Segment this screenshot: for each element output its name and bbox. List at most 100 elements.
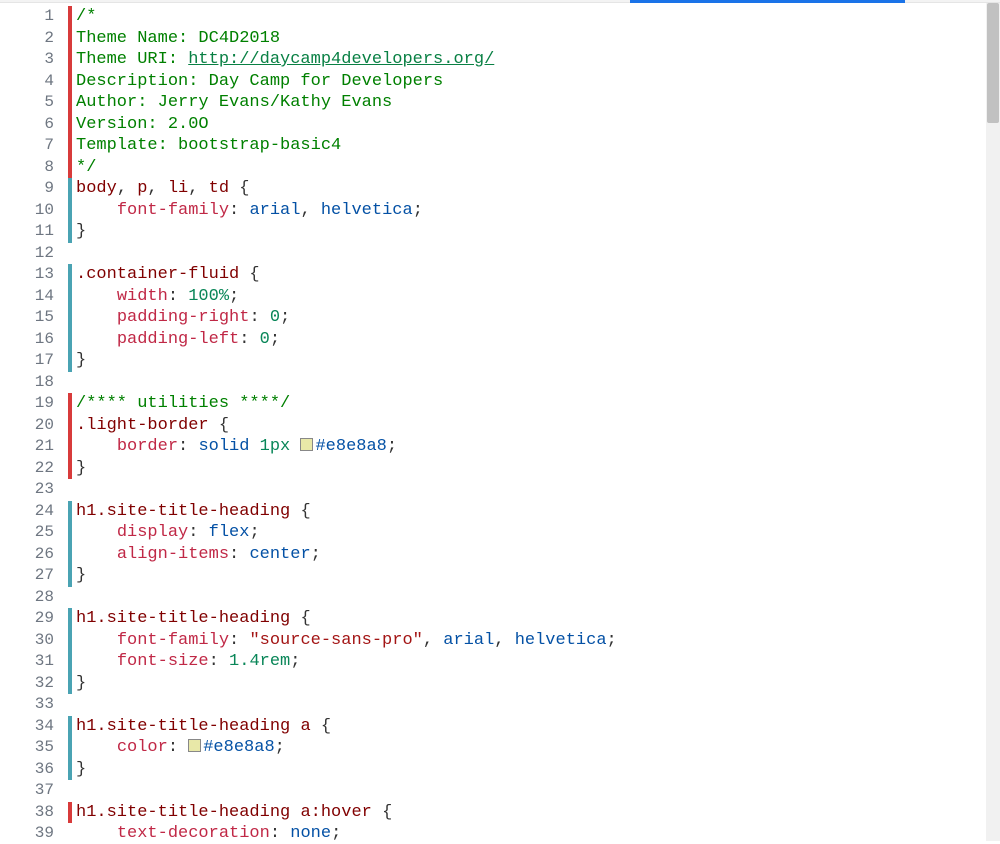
token: { xyxy=(209,416,229,435)
token: } xyxy=(76,566,86,585)
token: : xyxy=(229,201,249,220)
code-line[interactable]: font-size: 1.4rem; xyxy=(76,651,986,673)
token xyxy=(290,437,300,456)
line-number: 27 xyxy=(0,565,68,587)
vertical-scrollbar[interactable] xyxy=(986,3,1000,841)
code-line[interactable]: } xyxy=(76,759,986,781)
token: ; xyxy=(280,308,290,327)
token: "source-sans-pro" xyxy=(249,631,422,650)
token: p xyxy=(137,179,147,198)
line-number: 1 xyxy=(0,6,68,28)
code-line[interactable] xyxy=(76,694,986,716)
code-line[interactable]: h1.site-title-heading { xyxy=(76,608,986,630)
token: 0 xyxy=(270,308,280,327)
token: */ xyxy=(76,158,96,177)
code-line[interactable]: width: 100%; xyxy=(76,286,986,308)
code-line[interactable]: h1.site-title-heading a:hover { xyxy=(76,802,986,824)
token: ; xyxy=(607,631,617,650)
code-line[interactable]: } xyxy=(76,221,986,243)
line-number: 25 xyxy=(0,522,68,544)
code-line[interactable] xyxy=(76,243,986,265)
code-line[interactable]: } xyxy=(76,458,986,480)
code-line[interactable]: body, p, li, td { xyxy=(76,178,986,200)
code-line[interactable]: Theme Name: DC4D2018 xyxy=(76,28,986,50)
token: 0 xyxy=(260,330,270,349)
token: 1.4rem xyxy=(229,652,290,671)
token: h1 xyxy=(76,803,96,822)
token: ; xyxy=(229,287,239,306)
token xyxy=(76,287,117,306)
token: http://daycamp4developers.org/ xyxy=(188,50,494,69)
line-number: 8 xyxy=(0,157,68,179)
token: width xyxy=(117,287,168,306)
line-number: 23 xyxy=(0,479,68,501)
token: : xyxy=(168,287,188,306)
token: , xyxy=(117,179,137,198)
code-line[interactable]: .light-border { xyxy=(76,415,986,437)
code-line[interactable]: } xyxy=(76,350,986,372)
code-line[interactable]: .container-fluid { xyxy=(76,264,986,286)
code-area[interactable]: /* Theme Name: DC4D2018Theme URI: http://… xyxy=(72,3,986,841)
code-line[interactable]: padding-right: 0; xyxy=(76,307,986,329)
token: arial xyxy=(249,201,300,220)
token: , xyxy=(147,179,167,198)
code-line[interactable]: /**** utilities ****/ xyxy=(76,393,986,415)
scroll-thumb[interactable] xyxy=(987,3,999,123)
token: .site-title-heading xyxy=(96,717,290,736)
token: 100% xyxy=(188,287,229,306)
code-line[interactable]: font-family: arial, helvetica; xyxy=(76,200,986,222)
code-line[interactable]: align-items: center; xyxy=(76,544,986,566)
code-line[interactable]: Template: bootstrap-basic4 xyxy=(76,135,986,157)
code-line[interactable]: color: #e8e8a8; xyxy=(76,737,986,759)
token: center xyxy=(249,545,310,564)
line-number: 24 xyxy=(0,501,68,523)
line-number: 37 xyxy=(0,780,68,802)
code-line[interactable]: border: solid 1px #e8e8a8; xyxy=(76,436,986,458)
code-line[interactable]: Description: Day Camp for Developers xyxy=(76,71,986,93)
code-line[interactable]: } xyxy=(76,673,986,695)
line-number: 16 xyxy=(0,329,68,351)
token: font-family xyxy=(117,631,229,650)
token: /* xyxy=(76,7,96,26)
code-line[interactable]: Version: 2.0O xyxy=(76,114,986,136)
code-line[interactable]: Theme URI: http://daycamp4developers.org… xyxy=(76,49,986,71)
code-line[interactable]: font-family: "source-sans-pro", arial, h… xyxy=(76,630,986,652)
code-editor[interactable]: 1234567891011121314151617181920212223242… xyxy=(0,3,1000,841)
code-line[interactable]: */ xyxy=(76,157,986,179)
token: font-size xyxy=(117,652,209,671)
token: Version: 2.0O xyxy=(76,115,209,134)
line-number: 10 xyxy=(0,200,68,222)
code-line[interactable]: Author: Jerry Evans/Kathy Evans xyxy=(76,92,986,114)
token: , xyxy=(300,201,320,220)
token: , xyxy=(494,631,514,650)
code-line[interactable]: text-decoration: none; xyxy=(76,823,986,841)
token: Theme URI: xyxy=(76,50,188,69)
code-line[interactable]: display: flex; xyxy=(76,522,986,544)
token: body xyxy=(76,179,117,198)
code-line[interactable]: padding-left: 0; xyxy=(76,329,986,351)
token: , xyxy=(423,631,443,650)
line-number: 4 xyxy=(0,71,68,93)
code-line[interactable]: /* xyxy=(76,6,986,28)
token: ; xyxy=(290,652,300,671)
code-line[interactable] xyxy=(76,479,986,501)
code-line[interactable] xyxy=(76,372,986,394)
line-number: 21 xyxy=(0,436,68,458)
line-number: 15 xyxy=(0,307,68,329)
token: ; xyxy=(413,201,423,220)
token: :hover xyxy=(311,803,372,822)
line-number: 9 xyxy=(0,178,68,200)
line-number: 19 xyxy=(0,393,68,415)
code-line[interactable] xyxy=(76,780,986,802)
code-line[interactable]: h1.site-title-heading a { xyxy=(76,716,986,738)
line-number: 28 xyxy=(0,587,68,609)
code-line[interactable]: h1.site-title-heading { xyxy=(76,501,986,523)
line-number: 12 xyxy=(0,243,68,265)
code-line[interactable] xyxy=(76,587,986,609)
code-line[interactable]: } xyxy=(76,565,986,587)
color-swatch-icon xyxy=(188,739,201,752)
token: : xyxy=(249,308,269,327)
token: Author: Jerry Evans/Kathy Evans xyxy=(76,93,392,112)
token: td xyxy=(209,179,229,198)
line-number: 22 xyxy=(0,458,68,480)
